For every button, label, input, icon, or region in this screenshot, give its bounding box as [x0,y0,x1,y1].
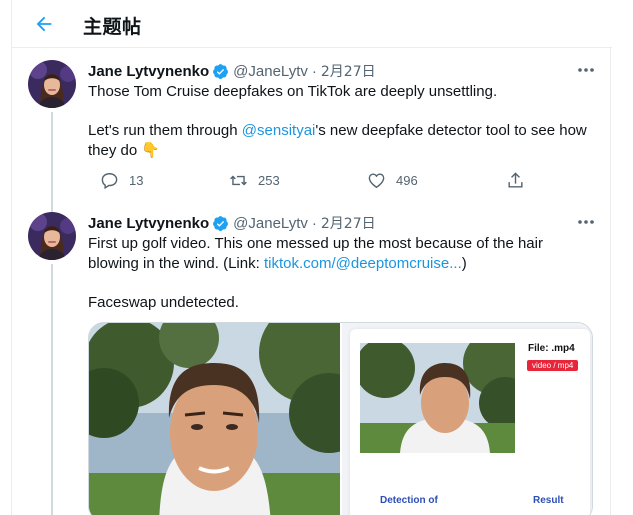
author-name[interactable]: Jane Lytvynenko [88,63,209,80]
tweet-actions: 13 253 496 [88,171,528,191]
author-handle[interactable]: @JaneLytv [233,63,308,80]
author-name[interactable]: Jane Lytvynenko [88,215,209,232]
page-title: 主题帖 [83,16,142,38]
share-icon [508,172,523,188]
more-options-button[interactable] [576,214,596,230]
tweet[interactable]: Jane Lytvynenko @JaneLytv · 2月27日 Those … [12,48,612,208]
tweet-date[interactable]: 2月27日 [321,61,376,81]
retweet-button[interactable]: 253 [229,171,280,190]
tweet-header: Jane Lytvynenko @JaneLytv · 2月27日 [88,213,376,233]
media-image-left[interactable] [89,323,340,515]
tweet-text-line: Faceswap undetected. [88,293,239,311]
avatar[interactable] [28,60,76,108]
like-count: 496 [396,173,418,188]
heart-icon [368,173,385,189]
share-button[interactable] [506,171,525,190]
retweet-icon [230,175,247,186]
media-image-right[interactable]: File: .mp4 video / mp4 Detection of Resu… [342,323,592,515]
tweet[interactable]: Jane Lytvynenko @JaneLytv · 2月27日 First … [12,200,612,515]
tweet-text-line: First up golf video. This one messed up … [88,234,563,273]
file-type-badge: video / mp4 [527,360,579,371]
back-button[interactable] [28,8,60,40]
tweet-header: Jane Lytvynenko @JaneLytv · 2月27日 [88,61,376,81]
reply-button[interactable]: 13 [100,171,143,190]
pointing-down-emoji: 👇 [141,141,161,159]
detection-heading: Detection of [380,495,438,506]
detector-panel: File: .mp4 video / mp4 Detection of Resu… [350,329,590,515]
verified-badge-icon [212,63,229,80]
more-options-button[interactable] [576,62,596,78]
external-link[interactable]: tiktok.com/@deeptomcruise... [264,255,462,272]
reply-icon [101,173,118,190]
author-handle[interactable]: @JaneLytv [233,215,308,232]
avatar[interactable] [28,212,76,260]
main-column: 主题帖 Jane Lytvynenko @JaneLytv · 2月27日 Th… [11,0,612,515]
media-attachment[interactable]: File: .mp4 video / mp4 Detection of Resu… [88,322,593,515]
retweet-count: 253 [258,173,280,188]
like-button[interactable]: 496 [367,171,418,190]
tweet-text: Those Tom Cruise deepfakes on TikTok are… [88,82,598,160]
tweet-date[interactable]: 2月27日 [321,213,376,233]
mention-link[interactable]: @sensityai [242,122,316,139]
tweet-text-line: Those Tom Cruise deepfakes on TikTok are… [88,83,498,100]
tweet-text-segment: ) [461,254,467,272]
reply-count: 13 [129,173,144,188]
page-header: 主题帖 [12,0,612,48]
tweet-text: First up golf video. This one messed up … [88,234,563,312]
more-horizontal-icon [578,68,594,72]
more-horizontal-icon [578,220,594,224]
file-label: File: .mp4 [528,343,575,354]
tweet-text-segment: Let's run them through [88,122,242,139]
tweet-text-line: Let's run them through @sensityai's new … [88,121,598,160]
verified-badge-icon [212,215,229,232]
separator-dot: · [311,62,317,80]
separator-dot: · [311,214,317,232]
arrow-left-icon [36,16,52,32]
result-heading: Result [533,495,564,506]
